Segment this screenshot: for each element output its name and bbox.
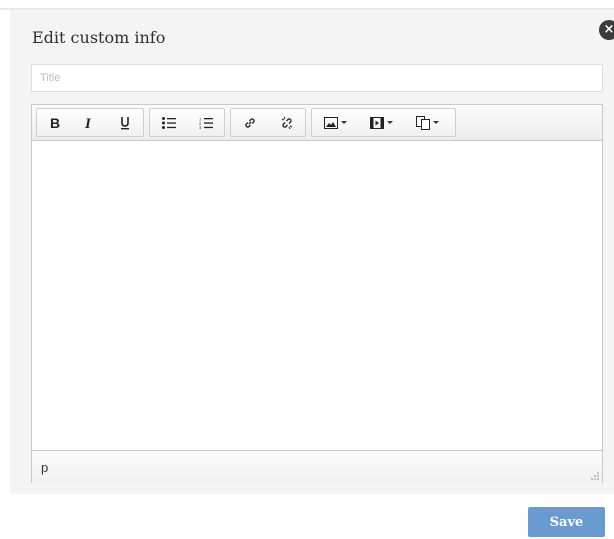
element-path[interactable]: p — [41, 460, 48, 475]
chevron-down-icon — [386, 121, 393, 124]
svg-text:B: B — [50, 116, 60, 130]
close-icon[interactable]: × — [599, 20, 614, 40]
numbered-list-icon[interactable]: 1 2 3 — [187, 109, 224, 136]
insert-group — [311, 108, 456, 137]
bulleted-list-icon[interactable] — [150, 109, 187, 136]
svg-text:I: I — [84, 116, 92, 130]
media-icon[interactable] — [358, 109, 404, 136]
chevron-down-icon — [340, 121, 347, 124]
save-button[interactable]: Save — [528, 507, 605, 537]
format-group: B I — [36, 108, 144, 137]
editor-content[interactable] — [32, 141, 602, 450]
italic-icon[interactable]: I — [72, 109, 107, 136]
title-input[interactable] — [31, 64, 603, 92]
link-group — [230, 108, 306, 137]
underline-icon[interactable] — [108, 109, 143, 136]
dialog-title: Edit custom info — [32, 28, 166, 47]
rich-text-editor: B I 1 2 3 p — [31, 104, 603, 483]
link-icon[interactable] — [231, 109, 268, 136]
bold-icon[interactable]: B — [37, 109, 72, 136]
chevron-down-icon — [432, 121, 439, 124]
template-icon[interactable] — [404, 109, 450, 136]
editor-statusbar: p — [32, 450, 602, 483]
unlink-icon[interactable] — [268, 109, 305, 136]
editor-toolbar: B I 1 2 3 — [32, 105, 602, 141]
image-icon[interactable] — [312, 109, 358, 136]
svg-text:3: 3 — [199, 125, 202, 129]
list-group: 1 2 3 — [149, 108, 225, 137]
resize-handle-icon[interactable] — [591, 472, 599, 480]
